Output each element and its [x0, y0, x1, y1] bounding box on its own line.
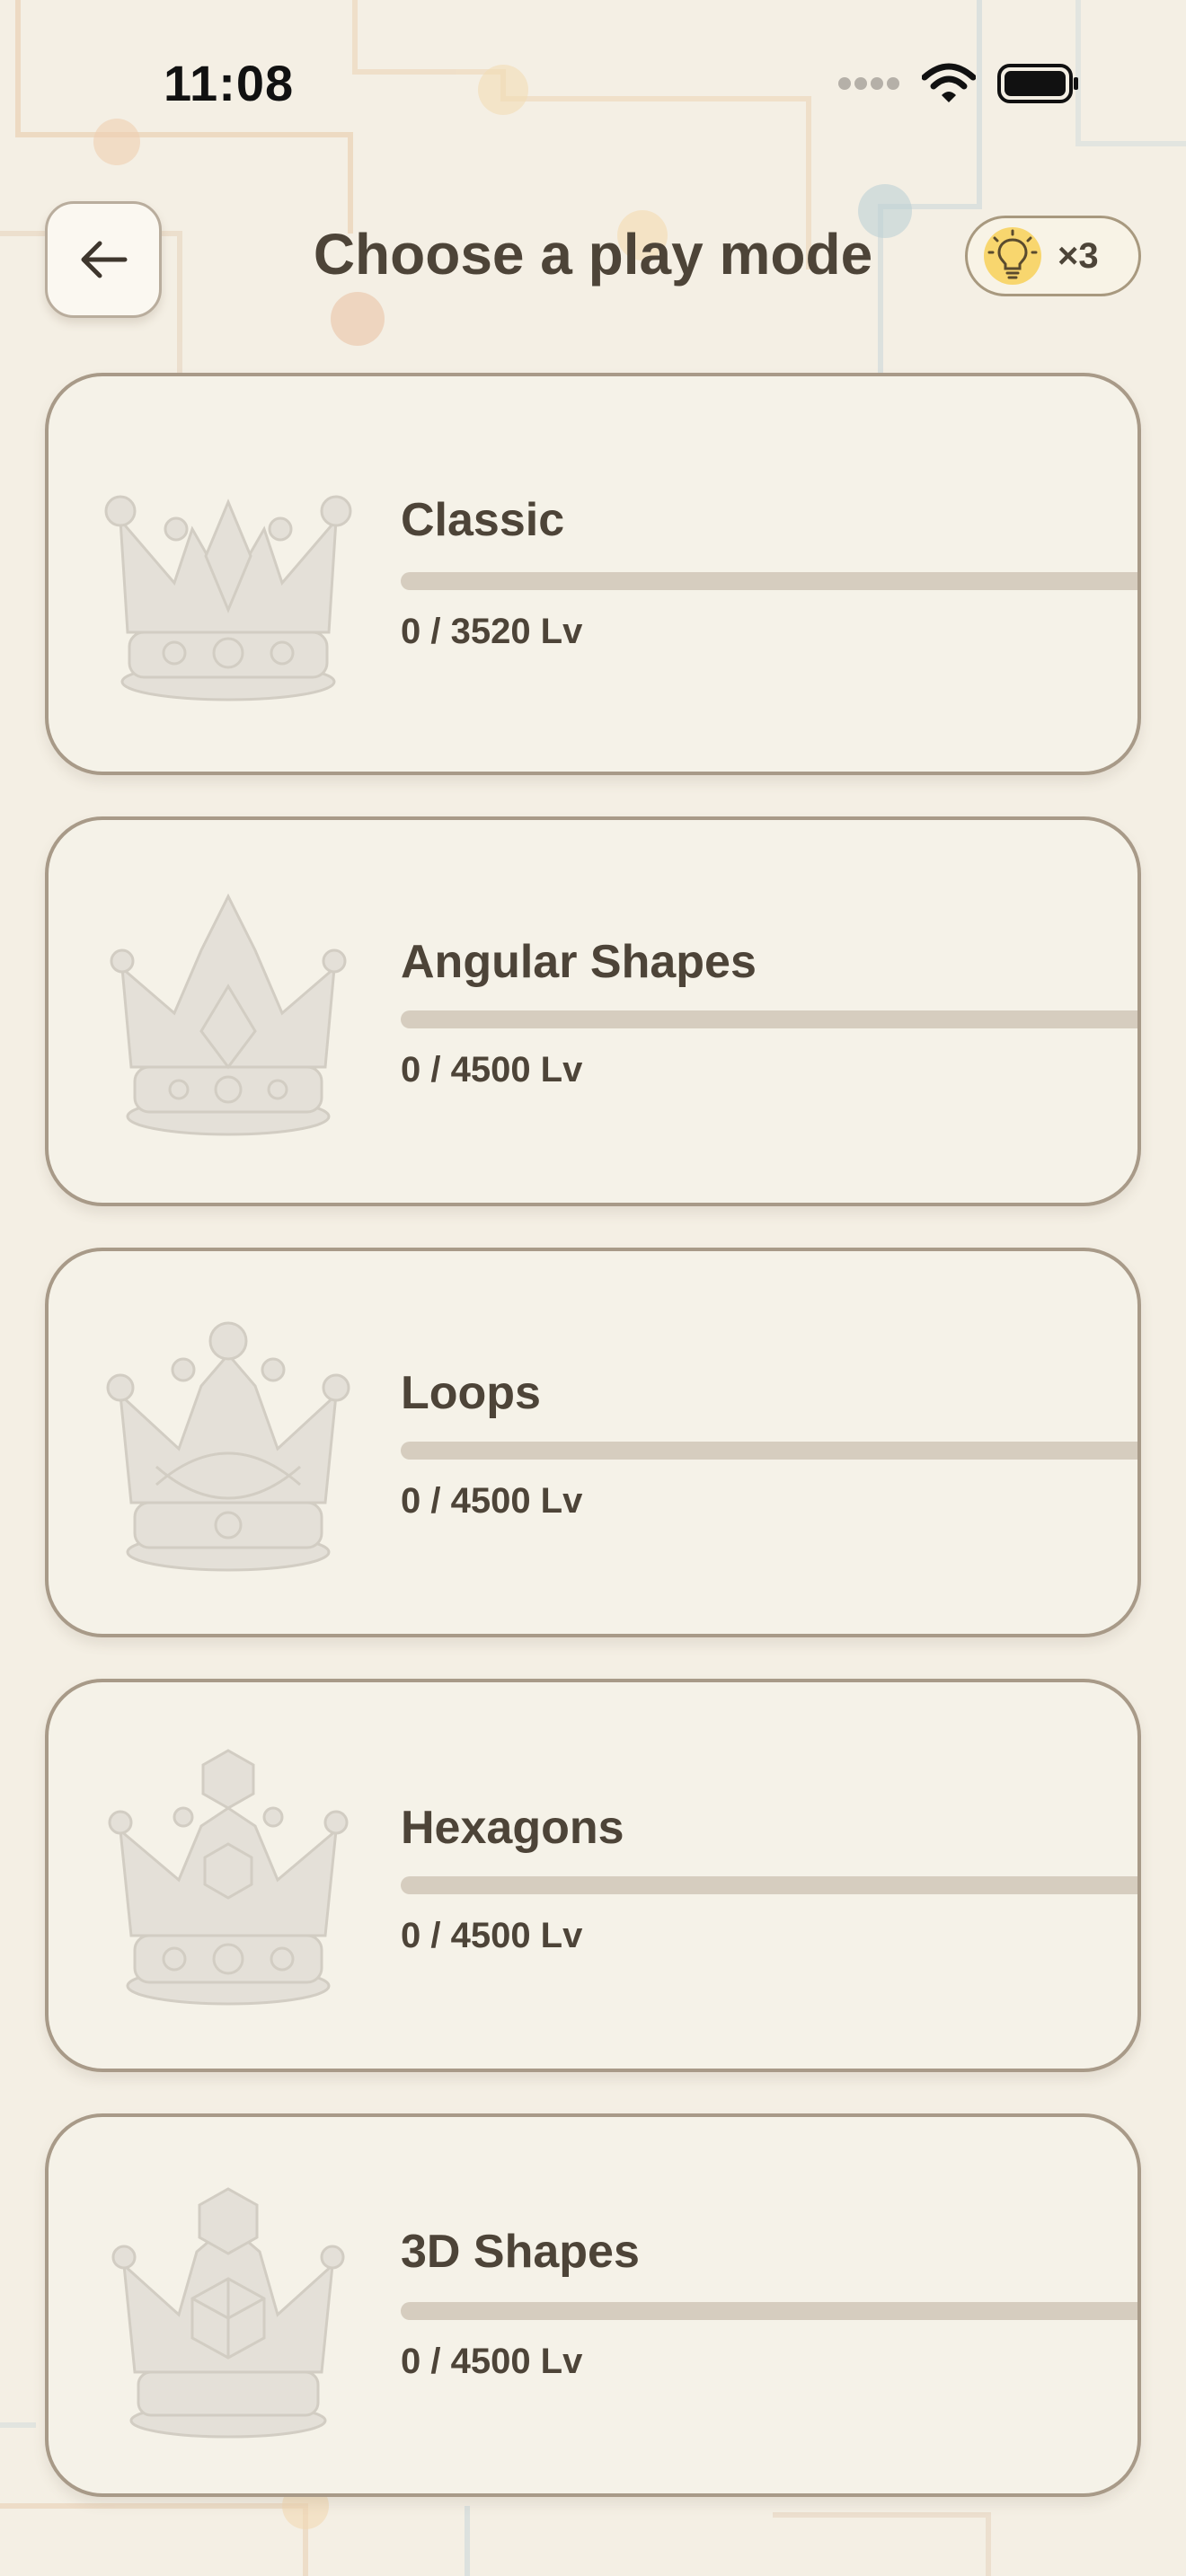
mode-level-count: 0 / 3520 Lv: [401, 612, 583, 651]
mode-card-3d-shapes[interactable]: 3D Shapes 0 / 4500 Lv: [45, 2113, 1141, 2497]
mode-progress-bar: [401, 1876, 1137, 1894]
status-time: 11:08: [164, 55, 295, 111]
mode-card-loops[interactable]: Loops 0 / 4500 Lv: [45, 1248, 1141, 1637]
mode-progress-bar: [401, 572, 1137, 590]
mode-name: Classic: [401, 494, 565, 546]
mode-card-angular-shapes[interactable]: Angular Shapes 0 / 4500 Lv: [45, 816, 1141, 1206]
header: Choose a play mode ×3: [0, 198, 1186, 323]
loops-crown-icon: [106, 1321, 350, 1572]
page-title: Choose a play mode: [313, 222, 873, 287]
signal-dots-icon: [838, 77, 899, 90]
wifi-icon: [922, 63, 976, 102]
mode-level-count: 0 / 4500 Lv: [401, 2342, 583, 2381]
status-bar: 11:08: [0, 0, 1186, 171]
mode-level-count: 0 / 4500 Lv: [401, 1481, 583, 1521]
lightbulb-icon: [984, 227, 1041, 285]
mode-name: Angular Shapes: [401, 936, 757, 988]
classic-crown-icon: [104, 495, 352, 701]
arrow-left-icon: [81, 241, 128, 278]
mode-card-classic[interactable]: Classic 0 / 3520 Lv: [45, 373, 1141, 775]
hint-count: ×3: [1058, 235, 1099, 276]
mode-level-count: 0 / 4500 Lv: [401, 1916, 583, 1955]
mode-card-hexagons[interactable]: Hexagons 0 / 4500 Lv: [45, 1679, 1141, 2072]
mode-progress-bar: [401, 2302, 1137, 2320]
3d-crown-icon: [111, 2187, 345, 2439]
mode-progress-bar: [401, 1442, 1137, 1460]
status-icons: [837, 63, 1080, 104]
mode-name: Hexagons: [401, 1802, 624, 1854]
mode-name: Loops: [401, 1367, 541, 1419]
back-button[interactable]: [45, 201, 162, 318]
angular-crown-icon: [110, 893, 347, 1136]
mode-name: 3D Shapes: [401, 2226, 640, 2278]
hint-counter-button[interactable]: ×3: [965, 216, 1141, 296]
mode-progress-bar: [401, 1010, 1137, 1028]
hexagon-crown-icon: [108, 1749, 349, 2006]
battery-icon: [997, 64, 1078, 103]
mode-level-count: 0 / 4500 Lv: [401, 1050, 583, 1090]
